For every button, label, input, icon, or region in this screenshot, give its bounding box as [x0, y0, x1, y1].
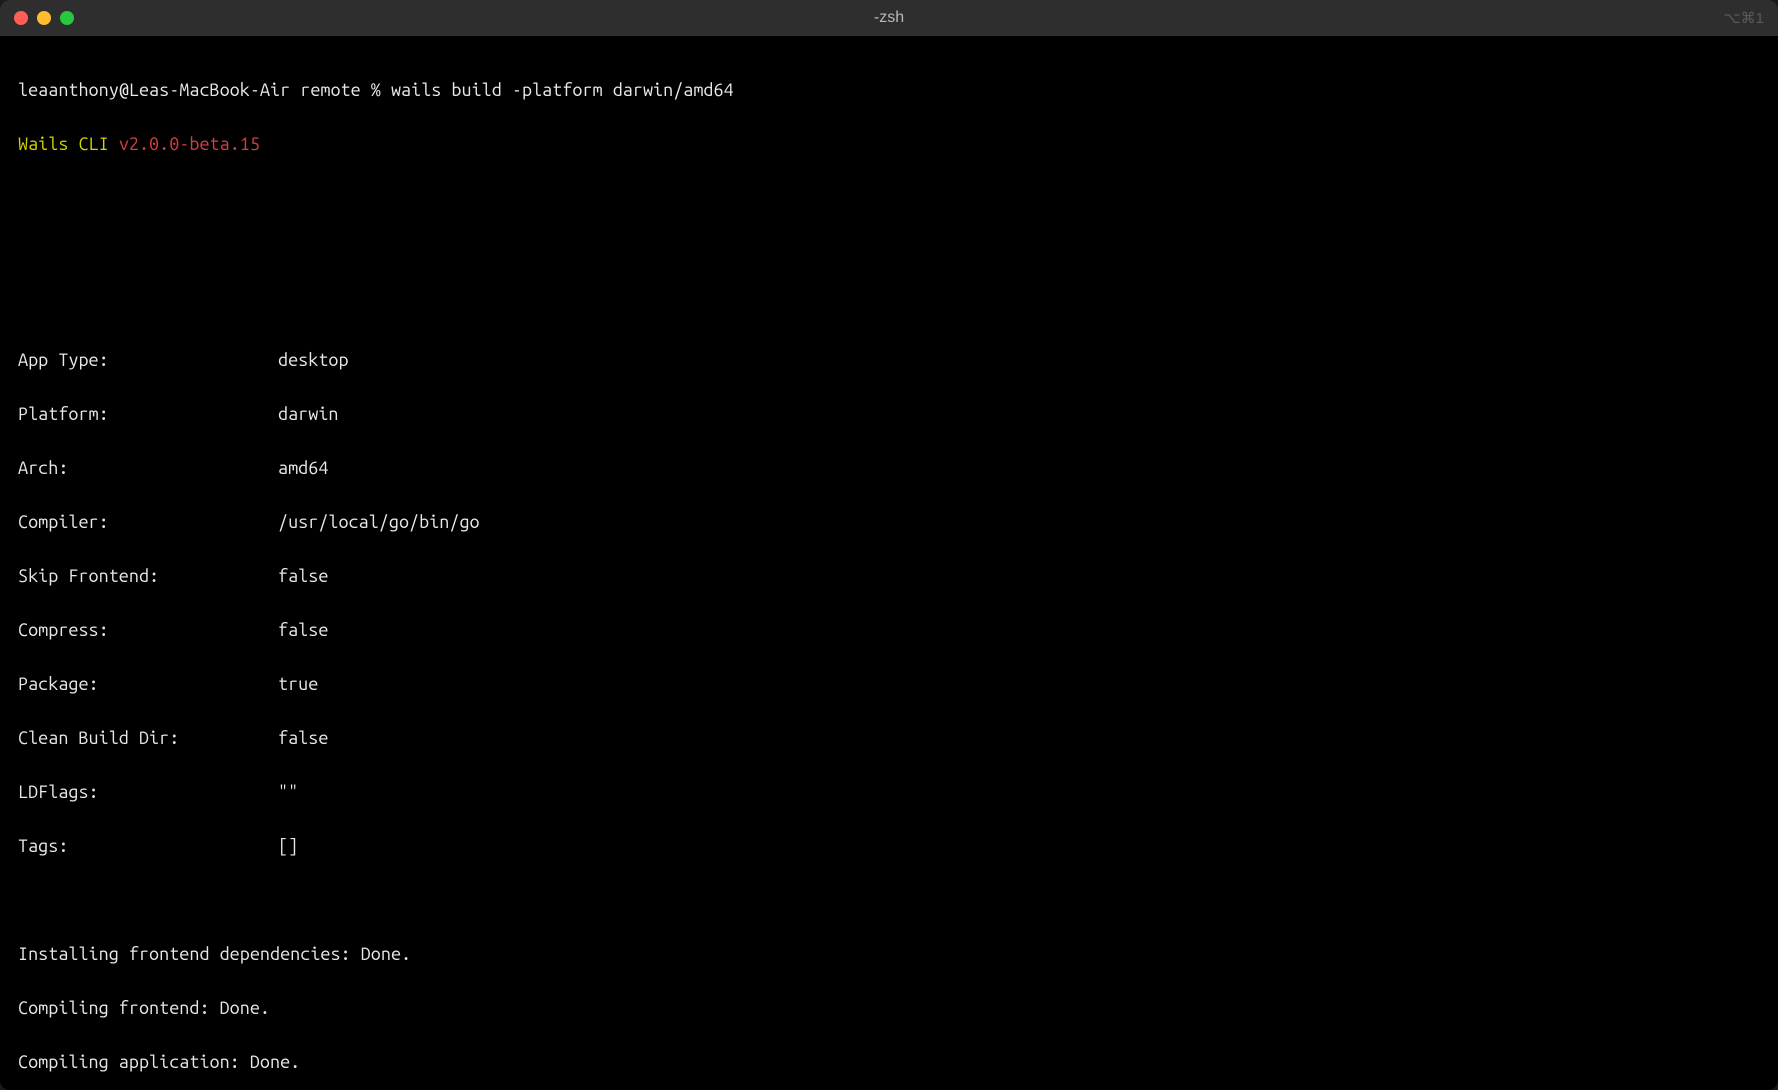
- info-row-cleanbuild: Clean Build Dir:false: [18, 725, 1760, 752]
- info-label: Compress:: [18, 617, 278, 644]
- info-row-apptype: App Type:desktop: [18, 347, 1760, 374]
- info-label: Compiler:: [18, 509, 278, 536]
- info-row-package: Package:true: [18, 671, 1760, 698]
- info-label: Platform:: [18, 401, 278, 428]
- terminal-content[interactable]: leaanthony@Leas-MacBook-Air remote % wai…: [0, 36, 1778, 1090]
- info-label: Arch:: [18, 455, 278, 482]
- info-label: Package:: [18, 671, 278, 698]
- wails-version: v2.0.0-beta.15: [119, 134, 260, 154]
- info-value: false: [278, 725, 328, 752]
- title-bar: -zsh ⌥⌘1: [0, 0, 1778, 36]
- shortcut-indicator: ⌥⌘1: [1723, 9, 1764, 27]
- window-title: -zsh: [874, 9, 904, 27]
- info-row-arch: Arch:amd64: [18, 455, 1760, 482]
- maximize-button[interactable]: [60, 11, 74, 25]
- step-line: Compiling application: Done.: [18, 1049, 1760, 1076]
- info-value: /usr/local/go/bin/go: [278, 509, 480, 536]
- info-label: App Type:: [18, 347, 278, 374]
- info-value: true: [278, 671, 318, 698]
- info-value: false: [278, 617, 328, 644]
- wails-header: Wails CLI v2.0.0-beta.15: [18, 131, 1760, 158]
- info-value: []: [278, 833, 298, 860]
- info-value: "": [278, 779, 298, 806]
- info-value: desktop: [278, 347, 349, 374]
- info-row-skipfrontend: Skip Frontend:false: [18, 563, 1760, 590]
- info-row-ldflags: LDFlags:"": [18, 779, 1760, 806]
- info-label: Clean Build Dir:: [18, 725, 278, 752]
- wails-cli-label: Wails CLI: [18, 134, 119, 154]
- traffic-lights: [14, 11, 74, 25]
- minimize-button[interactable]: [37, 11, 51, 25]
- close-button[interactable]: [14, 11, 28, 25]
- info-row-compress: Compress:false: [18, 617, 1760, 644]
- info-label: Tags:: [18, 833, 278, 860]
- prompt-line-1: leaanthony@Leas-MacBook-Air remote % wai…: [18, 77, 1760, 104]
- info-row-tags: Tags:[]: [18, 833, 1760, 860]
- info-row-platform: Platform:darwin: [18, 401, 1760, 428]
- info-value: amd64: [278, 455, 328, 482]
- step-line: Installing frontend dependencies: Done.: [18, 941, 1760, 968]
- info-label: Skip Frontend:: [18, 563, 278, 590]
- step-line: Compiling frontend: Done.: [18, 995, 1760, 1022]
- info-label: LDFlags:: [18, 779, 278, 806]
- info-value: darwin: [278, 401, 338, 428]
- info-value: false: [278, 563, 328, 590]
- info-row-compiler: Compiler:/usr/local/go/bin/go: [18, 509, 1760, 536]
- terminal-window: -zsh ⌥⌘1 leaanthony@Leas-MacBook-Air rem…: [0, 0, 1778, 1090]
